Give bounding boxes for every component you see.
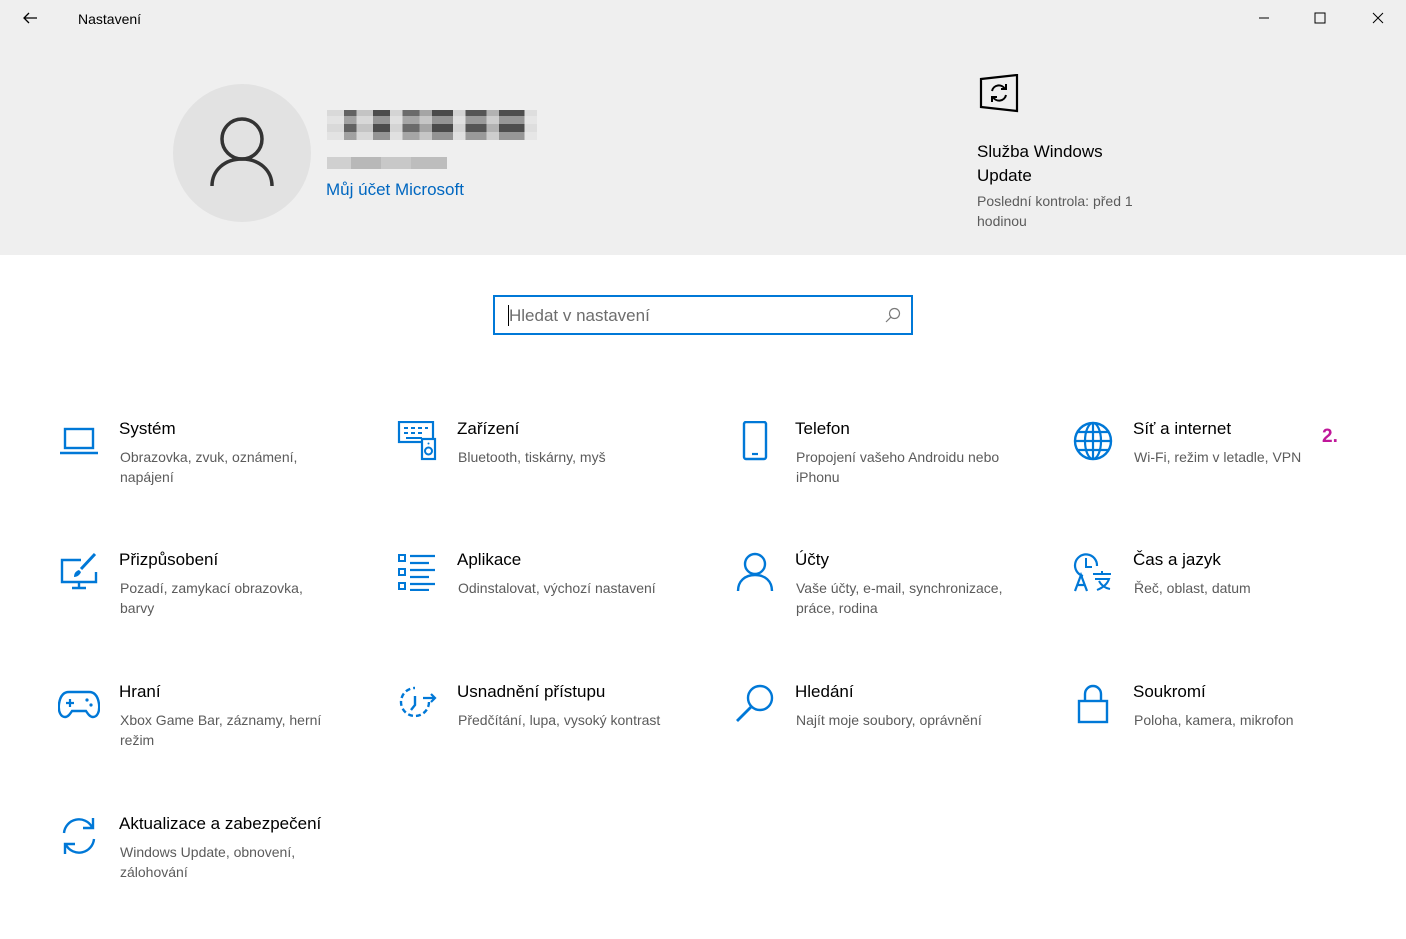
microsoft-account-link[interactable]: Můj účet Microsoft	[326, 180, 464, 200]
search-input[interactable]	[509, 305, 869, 327]
tile-description: Xbox Game Bar, záznamy, herní režim	[120, 712, 322, 748]
minimize-icon	[1258, 11, 1270, 29]
tile-title: Hraní	[119, 682, 161, 701]
lock-icon	[1071, 682, 1115, 726]
close-button[interactable]	[1350, 0, 1406, 40]
windows-update-icon	[978, 73, 1020, 121]
tile-accounts[interactable]: Účty Vaše účty, e-mail, synchronizace, p…	[733, 550, 1033, 646]
tile-description: Propojení vašeho Androidu nebo iPhonu	[796, 449, 1000, 485]
close-icon	[1372, 11, 1384, 29]
tile-title: Účty	[795, 550, 829, 569]
tile-description: Poloha, kamera, mikrofon	[1134, 712, 1294, 728]
tile-title: Usnadnění přístupu	[457, 682, 606, 701]
account-banner: Můj účet Microsoft Služba Windows Update…	[0, 40, 1406, 255]
tile-description: Odinstalovat, výchozí nastavení	[458, 580, 656, 596]
settings-search-box[interactable]	[493, 295, 913, 335]
tile-description: Obrazovka, zvuk, oznámení, napájení	[120, 449, 298, 485]
tile-title: Přizpůsobení	[119, 550, 219, 569]
tile-time-language[interactable]: Čas a jazyk Řeč, oblast, datum	[1071, 550, 1371, 646]
redacted-email	[327, 157, 447, 169]
back-button[interactable]	[8, 4, 52, 36]
title-bar: Nastavení	[0, 0, 1406, 40]
tile-title: Soukromí	[1133, 682, 1206, 701]
tile-personalization[interactable]: Přizpůsobení Pozadí, zamykací obrazovka,…	[57, 550, 357, 646]
app-title: Nastavení	[78, 11, 142, 27]
tile-title: Čas a jazyk	[1133, 550, 1221, 569]
phone-icon	[733, 419, 777, 463]
sync-icon	[57, 814, 101, 858]
tile-apps[interactable]: Aplikace Odinstalovat, výchozí nastavení	[395, 550, 695, 646]
tile-title: Síť a internet	[1133, 419, 1232, 438]
maximize-button[interactable]	[1292, 0, 1348, 40]
tile-system[interactable]: Systém Obrazovka, zvuk, oznámení, napáje…	[57, 419, 357, 515]
tile-description: Řeč, oblast, datum	[1134, 580, 1251, 596]
tile-title: Zařízení	[457, 419, 520, 438]
minimize-button[interactable]	[1236, 0, 1292, 40]
person-icon	[733, 550, 777, 594]
tile-phone[interactable]: Telefon Propojení vašeho Androidu nebo i…	[733, 419, 1033, 515]
time-language-icon	[1071, 550, 1115, 594]
ease-of-access-icon	[395, 682, 439, 726]
avatar[interactable]	[173, 84, 311, 222]
redacted-username	[327, 110, 537, 140]
step-marker: 2.	[1322, 426, 1338, 447]
tile-description: Wi-Fi, režim v letadle, VPN	[1134, 449, 1302, 465]
tile-description: Pozadí, zamykací obrazovka, barvy	[120, 580, 303, 616]
gamepad-icon	[57, 682, 101, 726]
apps-list-icon	[395, 550, 439, 594]
tile-title: Aplikace	[457, 550, 522, 569]
search-magnifier-icon	[733, 682, 777, 726]
tile-description: Bluetooth, tiskárny, myš	[458, 449, 606, 465]
tile-description: Vaše účty, e-mail, synchronizace, práce,…	[796, 580, 1003, 616]
devices-icon	[395, 419, 439, 463]
tile-ease-of-access[interactable]: Usnadnění přístupu Předčítání, lupa, vys…	[395, 682, 695, 778]
search-icon[interactable]	[884, 306, 902, 329]
tile-devices[interactable]: Zařízení Bluetooth, tiskárny, myš	[395, 419, 695, 515]
tile-description: Windows Update, obnovení, zálohování	[120, 844, 296, 880]
maximize-icon	[1314, 11, 1326, 29]
arrow-left-icon	[22, 10, 38, 31]
tile-update-security[interactable]: Aktualizace a zabezpečení Windows Update…	[57, 814, 357, 910]
tile-title: Systém	[119, 419, 176, 438]
tile-title: Hledání	[795, 682, 854, 701]
globe-icon	[1071, 419, 1115, 463]
windows-update-title[interactable]: Služba Windows Update	[977, 140, 1137, 188]
tile-title: Aktualizace a zabezpečení	[119, 814, 322, 833]
tile-search[interactable]: Hledání Najít moje soubory, oprávnění	[733, 682, 1033, 778]
tile-title: Telefon	[795, 419, 850, 438]
tile-description: Najít moje soubory, oprávnění	[796, 712, 982, 728]
tile-description: Předčítání, lupa, vysoký kontrast	[458, 712, 661, 728]
tile-gaming[interactable]: Hraní Xbox Game Bar, záznamy, herní reži…	[57, 682, 357, 778]
tile-privacy[interactable]: Soukromí Poloha, kamera, mikrofon	[1071, 682, 1371, 778]
laptop-icon	[57, 419, 101, 463]
windows-update-status: Poslední kontrola: před 1 hodinou	[977, 193, 1133, 229]
personalization-icon	[57, 550, 101, 594]
person-icon	[209, 115, 275, 192]
